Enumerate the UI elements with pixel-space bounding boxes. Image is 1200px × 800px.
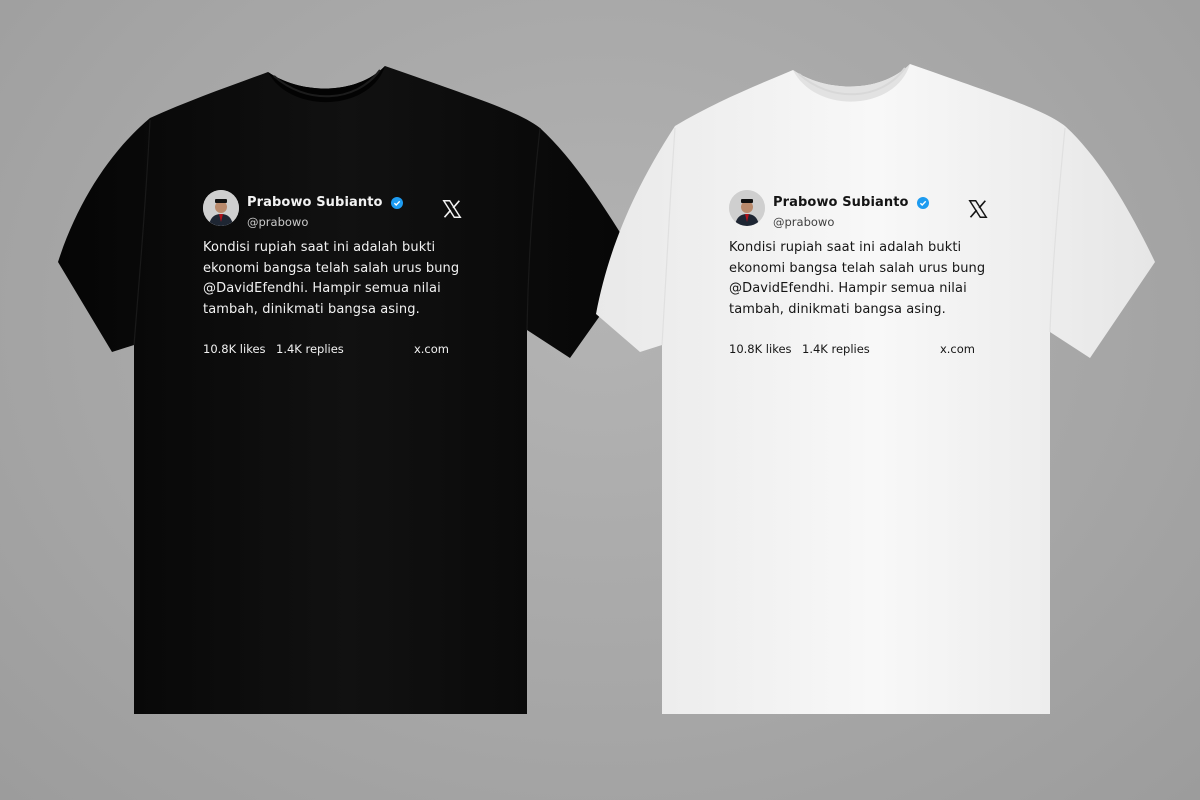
site-label: x.com <box>413 342 449 356</box>
black-tshirt <box>58 66 638 714</box>
author-handle: @prabowo <box>247 215 309 229</box>
tweet-text: Kondisi rupiah saat ini adalah bukti eko… <box>729 240 986 317</box>
author-handle: @prabowo <box>773 215 835 229</box>
tweet-print-black-shirt: Prabowo Subianto @prabowo Kondisi rupiah… <box>203 190 471 358</box>
tweet-header: Prabowo Subianto @prabowo <box>729 190 997 234</box>
product-mockup-scene: Prabowo Subianto @prabowo Kondisi rupiah… <box>0 0 1200 800</box>
tweet-footer: 10.8K likes 1.4K replies x.com <box>203 342 471 358</box>
likes-count: 10.8K likes <box>203 342 266 356</box>
verified-badge-icon <box>916 196 929 209</box>
avatar <box>729 190 765 226</box>
tweet-header: Prabowo Subianto @prabowo <box>203 190 471 234</box>
replies-count: 1.4K replies <box>802 342 870 356</box>
profile-photo-icon <box>729 190 765 226</box>
likes-count: 10.8K likes <box>729 342 792 356</box>
tshirts-illustration <box>58 64 1155 714</box>
replies-count: 1.4K replies <box>276 342 344 356</box>
avatar <box>203 190 239 226</box>
tweet-text: Kondisi rupiah saat ini adalah bukti eko… <box>203 240 460 317</box>
site-label: x.com <box>939 342 975 356</box>
x-logo-icon <box>968 200 988 218</box>
x-logo-icon <box>442 200 462 218</box>
author-name: Prabowo Subianto <box>773 195 909 210</box>
tweet-print-white-shirt: Prabowo Subianto @prabowo Kondisi rupiah… <box>729 190 997 358</box>
verified-badge-icon <box>390 196 403 209</box>
tweet-footer: 10.8K likes 1.4K replies x.com <box>729 342 997 358</box>
author-name: Prabowo Subianto <box>247 195 383 210</box>
white-tshirt <box>596 64 1155 714</box>
profile-photo-icon <box>203 190 239 226</box>
